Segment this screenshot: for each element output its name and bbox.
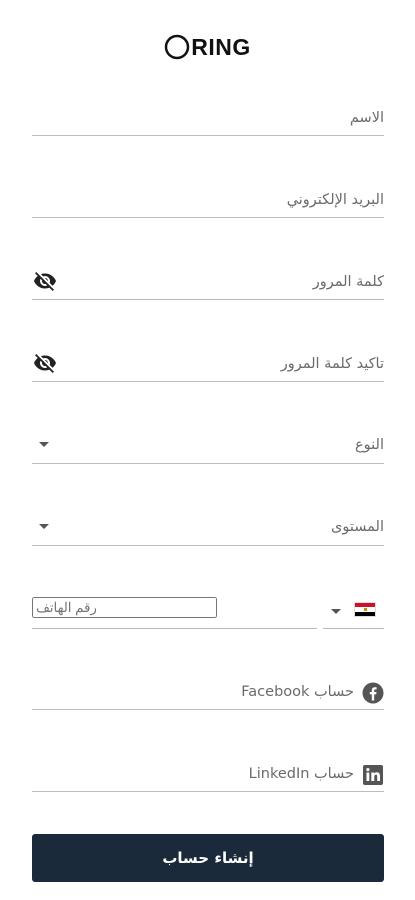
email-field [32, 182, 384, 218]
chevron-down-icon [331, 609, 341, 614]
ring-logo-icon [165, 34, 190, 60]
level-label: المستوى [331, 519, 384, 535]
email-input[interactable] [32, 182, 384, 217]
create-account-button[interactable]: إنشاء حساب [32, 834, 384, 882]
facebook-icon [362, 682, 384, 704]
country-code-select[interactable] [323, 597, 384, 629]
eye-off-icon[interactable] [32, 268, 58, 294]
facebook-field [32, 674, 384, 710]
confirm-password-input[interactable] [66, 346, 384, 381]
phone-input[interactable] [32, 597, 217, 618]
password-field [32, 264, 384, 300]
facebook-input[interactable] [32, 674, 354, 709]
gender-label: النوع [355, 437, 384, 453]
chevron-down-icon [39, 442, 49, 447]
gender-select[interactable]: النوع [32, 428, 384, 464]
linkedin-input[interactable] [32, 756, 354, 791]
phone-field [32, 597, 317, 629]
password-input[interactable] [66, 264, 384, 299]
name-field [32, 100, 384, 136]
brand-logo: RING [0, 31, 415, 63]
name-input[interactable] [32, 100, 384, 135]
confirm-password-field [32, 346, 384, 382]
linkedin-field [32, 756, 384, 792]
egypt-flag-icon [354, 602, 376, 617]
chevron-down-icon [39, 524, 49, 529]
linkedin-icon [362, 764, 384, 786]
eye-off-icon[interactable] [32, 350, 58, 376]
level-select[interactable]: المستوى [32, 510, 384, 546]
logo-text: RING [191, 33, 251, 60]
